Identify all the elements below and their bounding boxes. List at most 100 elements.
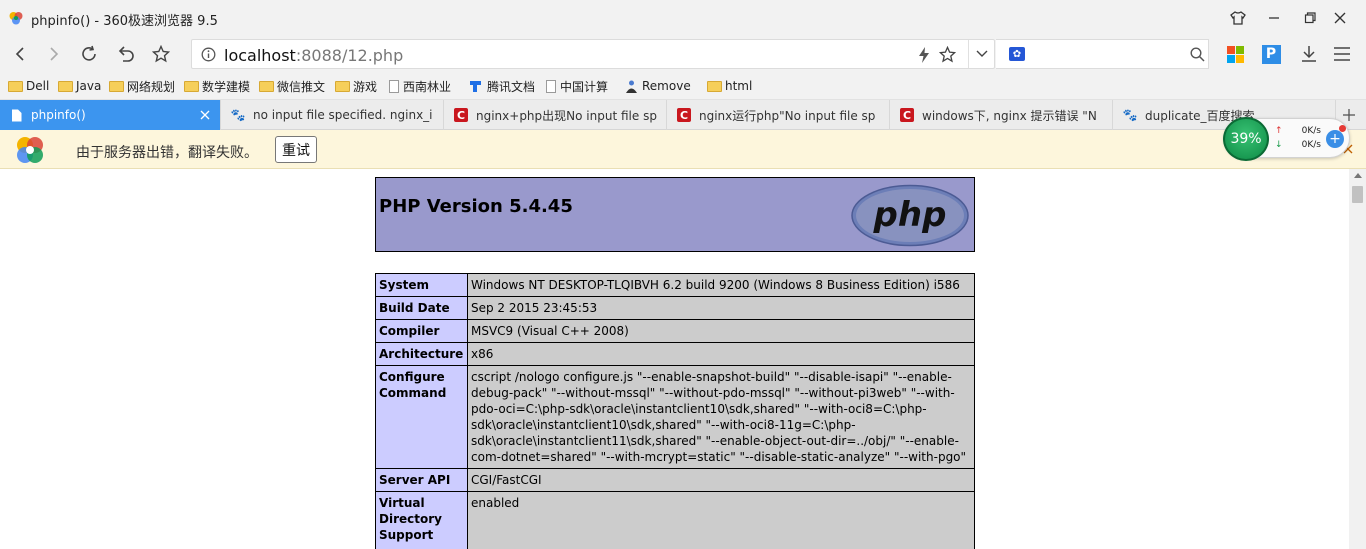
network-speed-widget[interactable]: 39% ↑ 0K/s ↓ 0K/s + bbox=[1223, 117, 1350, 161]
notification-dot bbox=[1339, 125, 1346, 132]
info-table-row: Compiler MSVC9 (Visual C++ 2008) bbox=[375, 319, 975, 343]
csdn-icon: C bbox=[677, 108, 691, 122]
bookmark-label: Remove bbox=[642, 79, 691, 93]
apps-button[interactable] bbox=[1221, 40, 1249, 68]
info-value-cell: CGI/FastCGI bbox=[467, 468, 975, 492]
bookmark-games[interactable]: 游戏 bbox=[335, 78, 377, 94]
close-icon bbox=[1334, 12, 1346, 24]
download-icon bbox=[1302, 46, 1316, 62]
php-logo-icon: php bbox=[851, 184, 969, 247]
bookmark-remove[interactable]: Remove bbox=[624, 78, 691, 94]
title-bar: phpinfo() - 360极速浏览器 9.5 bbox=[0, 0, 1366, 36]
retry-button[interactable]: 重试 bbox=[275, 136, 317, 163]
accelerate-button[interactable]: + bbox=[1326, 130, 1344, 148]
info-table-row: System Windows NT DESKTOP-TLQIBVH 6.2 bui… bbox=[375, 273, 975, 297]
restore-icon bbox=[1304, 12, 1316, 24]
php-logo-text: php bbox=[873, 195, 947, 235]
info-key-cell: Configure Command bbox=[375, 365, 468, 469]
remove-bg-icon bbox=[626, 80, 637, 93]
bookmark-math-modeling[interactable]: 数学建模 bbox=[184, 78, 250, 94]
plus-icon bbox=[1343, 109, 1355, 121]
url-host: localhost bbox=[224, 46, 296, 65]
bookmark-html[interactable]: html bbox=[707, 78, 752, 94]
php-version-header: PHP Version 5.4.45 php bbox=[375, 177, 975, 252]
undo-close-button[interactable] bbox=[112, 40, 140, 68]
folder-icon bbox=[259, 80, 274, 92]
info-value-cell: Sep 2 2015 23:45:53 bbox=[467, 296, 975, 320]
download-speed-value: 0K/s bbox=[1301, 140, 1321, 150]
back-button[interactable] bbox=[6, 40, 34, 68]
search-box[interactable]: ✿ bbox=[996, 39, 1209, 69]
close-window-button[interactable] bbox=[1327, 6, 1353, 30]
memory-usage-gauge[interactable]: 39% bbox=[1223, 117, 1269, 161]
skin-button[interactable] bbox=[1225, 6, 1251, 30]
bookmark-label: 腾讯文档 bbox=[487, 79, 536, 94]
upload-speed-value: 0K/s bbox=[1301, 126, 1321, 136]
minimize-button[interactable] bbox=[1261, 6, 1287, 30]
folder-icon bbox=[109, 80, 124, 92]
folder-icon bbox=[707, 80, 722, 92]
close-tab-icon[interactable] bbox=[200, 110, 210, 120]
tab-phpinfo[interactable]: phpinfo() bbox=[0, 100, 221, 130]
tab-label: nginx+php出现No input file sp bbox=[476, 108, 657, 123]
info-table-row: Build Date Sep 2 2015 23:45:53 bbox=[375, 296, 975, 320]
info-key-cell: Virtual Directory Support bbox=[375, 491, 468, 549]
bookmarks-bar: Dell Java 网络规划 数学建模 微信推文 游戏 西南林业 腾讯文档 中国… bbox=[0, 72, 1366, 100]
bookmark-china-computing[interactable]: 中国计算 bbox=[546, 78, 608, 94]
bookmark-swfu[interactable]: 西南林业 bbox=[389, 78, 451, 94]
parking-icon: P bbox=[1261, 44, 1281, 64]
page-icon bbox=[546, 79, 556, 93]
arrow-right-icon bbox=[50, 47, 59, 61]
info-key-cell: System bbox=[375, 273, 468, 297]
arrow-left-icon bbox=[15, 47, 24, 61]
url-text[interactable]: localhost:8088/12.php bbox=[224, 46, 403, 65]
bookmark-label: 数学建模 bbox=[202, 79, 251, 94]
bookmark-label: 网络规划 bbox=[127, 79, 176, 94]
reload-button[interactable] bbox=[75, 40, 103, 68]
bookmark-tencent-docs[interactable]: 腾讯文档 bbox=[468, 78, 535, 94]
page-icon bbox=[389, 79, 399, 93]
scroll-up-arrow-icon[interactable] bbox=[1354, 173, 1362, 178]
page-content: PHP Version 5.4.45 php System Windows NT … bbox=[0, 169, 1366, 549]
lightning-icon[interactable] bbox=[918, 47, 930, 63]
favorite-button[interactable] bbox=[147, 40, 175, 68]
search-icon[interactable] bbox=[1190, 47, 1205, 62]
tab-csdn-windows-nginx[interactable]: C windows下, nginx 提示错误 "N bbox=[891, 100, 1113, 130]
tab-baidu-no-input-file[interactable]: 🐾 no input file specified. nginx_i bbox=[222, 100, 444, 130]
hamburger-menu-icon bbox=[1334, 47, 1350, 61]
tab-label: nginx运行php"No input file sp bbox=[699, 108, 876, 123]
bookmark-dell[interactable]: Dell bbox=[8, 78, 49, 94]
chevron-down-icon[interactable] bbox=[976, 50, 988, 58]
scroll-thumb[interactable] bbox=[1352, 186, 1363, 203]
info-icon[interactable] bbox=[201, 47, 216, 62]
navigation-bar: localhost:8088/12.php ✿ P bbox=[0, 36, 1366, 72]
arrow-down-icon: ↓ bbox=[1275, 140, 1283, 150]
bookmark-wechat-posts[interactable]: 微信推文 bbox=[259, 78, 325, 94]
tab-csdn-nginx-run-php[interactable]: C nginx运行php"No input file sp bbox=[668, 100, 890, 130]
bookmark-label: html bbox=[725, 79, 753, 93]
bookmark-label: Java bbox=[76, 79, 102, 93]
php-version-title: PHP Version 5.4.45 bbox=[379, 196, 573, 217]
download-button[interactable] bbox=[1295, 40, 1323, 68]
bookmark-network-planning[interactable]: 网络规划 bbox=[109, 78, 175, 94]
php-info-table: System Windows NT DESKTOP-TLQIBVH 6.2 bui… bbox=[375, 273, 975, 549]
restore-button[interactable] bbox=[1297, 6, 1323, 30]
reload-icon bbox=[82, 45, 96, 61]
extension-p-button[interactable]: P bbox=[1257, 40, 1285, 68]
tab-csdn-nginx-php[interactable]: C nginx+php出现No input file sp bbox=[445, 100, 667, 130]
folder-icon bbox=[58, 80, 73, 92]
vertical-scrollbar[interactable] bbox=[1349, 169, 1366, 549]
forward-button[interactable] bbox=[40, 40, 68, 68]
shirt-icon bbox=[1230, 11, 1246, 25]
folder-icon bbox=[184, 80, 199, 92]
bookmark-java[interactable]: Java bbox=[58, 78, 101, 94]
menu-button[interactable] bbox=[1328, 40, 1356, 68]
bookmark-star-icon[interactable] bbox=[939, 46, 956, 63]
baidu-paw-icon: 🐾 bbox=[230, 108, 246, 122]
baidu-search-engine-icon[interactable]: ✿ bbox=[1009, 47, 1025, 61]
info-value-cell: enabled bbox=[467, 491, 975, 549]
address-bar[interactable]: localhost:8088/12.php bbox=[191, 39, 995, 69]
new-tab-button[interactable] bbox=[1340, 106, 1358, 124]
bookmark-label: 游戏 bbox=[353, 79, 378, 94]
info-table-row: Configure Command cscript /nologo configu… bbox=[375, 365, 975, 469]
